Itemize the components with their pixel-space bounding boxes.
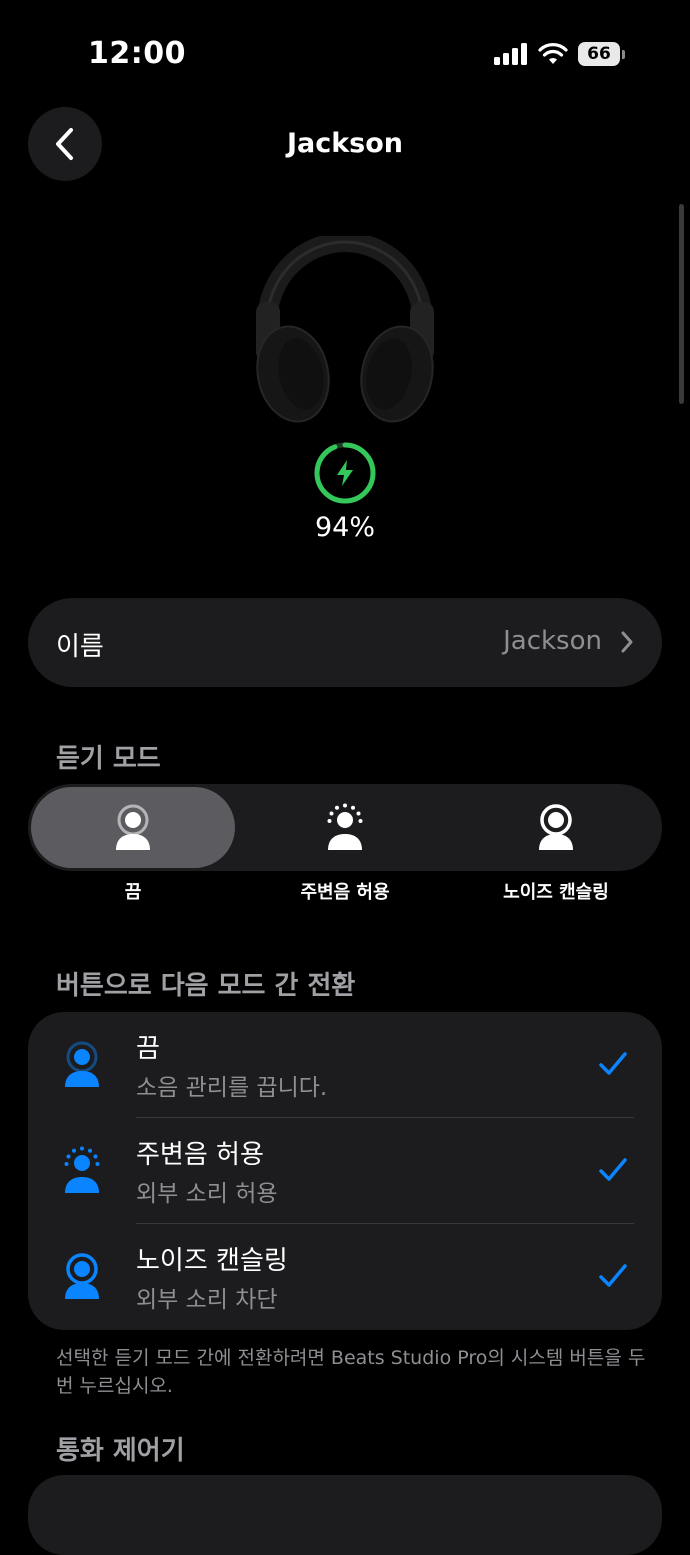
person-off-icon [65, 1041, 99, 1087]
name-label: 이름 [56, 632, 104, 662]
checkmark-icon [599, 1052, 627, 1075]
page-title: Jackson [286, 128, 404, 159]
charging-bolt-icon [337, 460, 353, 486]
battery-ring [314, 442, 376, 504]
battery-tip [622, 49, 625, 59]
button-cycle-header: 버튼으로 다음 모드 간 전환 [56, 971, 356, 1001]
segment-off-icon[interactable] [114, 803, 152, 851]
person-transparency-icon [64, 1146, 100, 1193]
button-cycle-footnote: 선택한 듣기 모드 간에 전환하려면 Beats Studio Pro의 시스템… [56, 1347, 646, 1397]
item-transparency-subtitle: 외부 소리 허용 [136, 1181, 278, 1207]
name-value: Jackson [503, 626, 602, 656]
item-transparency-title: 주변음 허용 [136, 1140, 264, 1170]
wifi-icon [538, 43, 568, 64]
status-time: 12:00 [88, 36, 186, 71]
headphones-image [256, 236, 434, 423]
chevron-right-icon [621, 631, 633, 653]
list-item-noise-cancel[interactable] [28, 1224, 662, 1329]
list-item-transparency[interactable] [28, 1118, 662, 1223]
segment-transparency-icon[interactable] [326, 803, 364, 851]
item-noise-cancel-subtitle: 외부 소리 차단 [136, 1287, 278, 1313]
battery-indicator: 66 [578, 42, 620, 66]
battery-percent: 94% [314, 512, 375, 543]
segment-label-transparency: 주변음 허용 [300, 882, 390, 903]
call-controls-card[interactable] [28, 1475, 662, 1555]
checkmark-icon [599, 1158, 627, 1181]
person-noise-cancel-icon [65, 1253, 99, 1299]
list-item-off[interactable] [28, 1012, 662, 1117]
checkmark-icon [599, 1264, 627, 1287]
status-icons: 66 [494, 42, 625, 66]
item-off-title: 끔 [136, 1034, 160, 1064]
segment-label-off: 끔 [124, 882, 142, 903]
call-controls-header: 통화 제어기 [56, 1436, 185, 1466]
cellular-signal-icon [494, 43, 527, 65]
segment-noise-cancel-icon[interactable] [537, 803, 575, 851]
scroll-indicator [679, 204, 684, 404]
item-noise-cancel-title: 노이즈 캔슬링 [136, 1246, 288, 1276]
segment-label-noise-cancel: 노이즈 캔슬링 [503, 882, 609, 903]
listening-mode-header: 듣기 모드 [56, 744, 161, 774]
item-off-subtitle: 소음 관리를 끕니다. [136, 1075, 328, 1101]
